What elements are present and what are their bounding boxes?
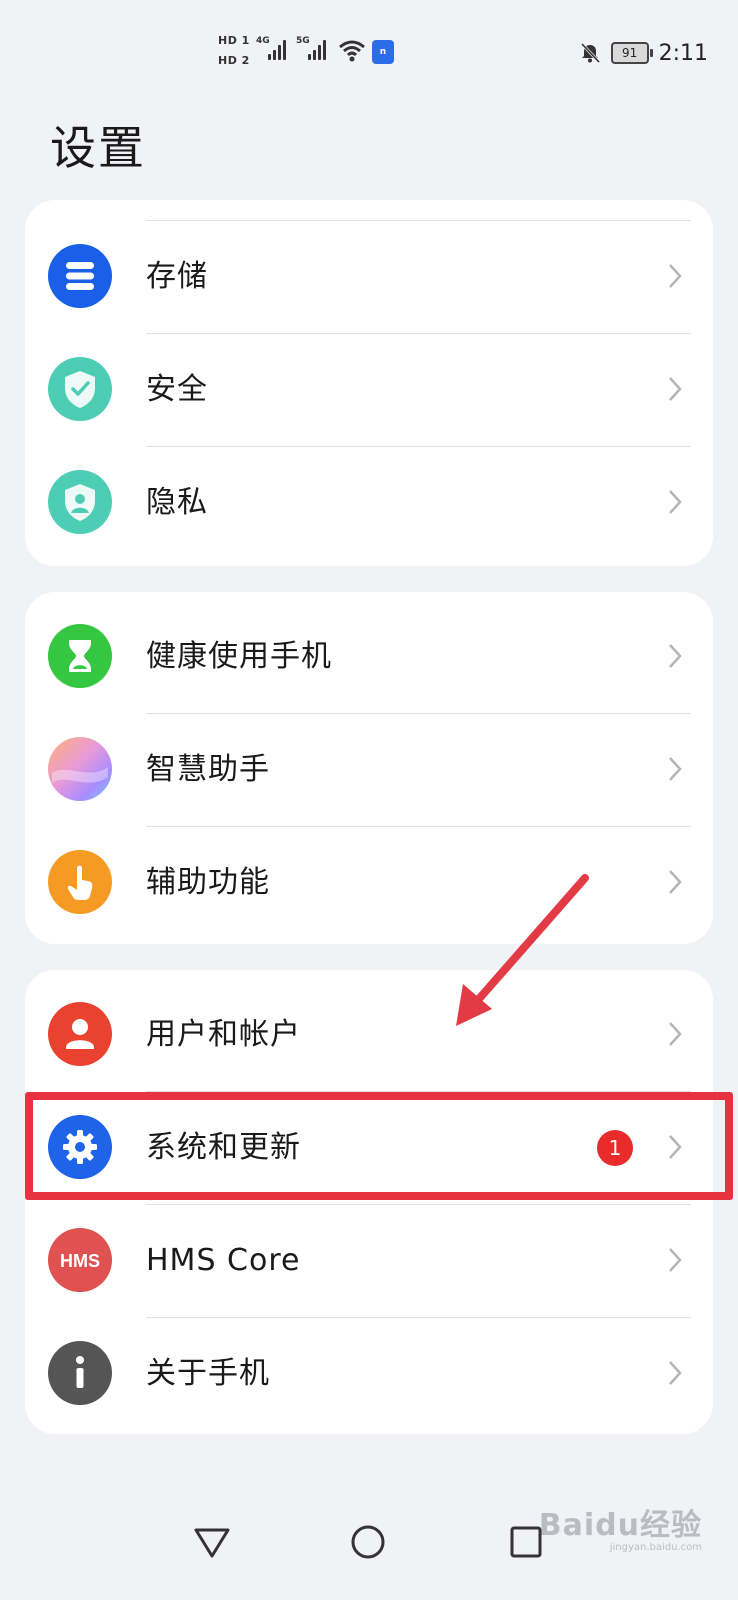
- settings-item-smart-assistant[interactable]: 智慧助手: [25, 713, 713, 826]
- wifi-icon: [339, 40, 365, 62]
- settings-item-label: 智慧助手: [146, 752, 270, 787]
- watermark: Baidu经验 jingyan.baidu.com: [539, 1500, 702, 1553]
- hourglass-icon: [48, 624, 112, 688]
- settings-item-label: 存储: [146, 259, 208, 294]
- chevron-right-icon: [669, 264, 682, 288]
- privacy-shield-icon: [48, 470, 112, 534]
- chevron-right-icon: [669, 490, 682, 514]
- settings-item-system-update[interactable]: 系统和更新 1: [25, 1091, 713, 1204]
- row-divider: [146, 446, 691, 447]
- info-icon: [48, 1341, 112, 1405]
- gear-icon: [48, 1115, 112, 1179]
- settings-item-label: 健康使用手机: [146, 639, 332, 674]
- accessibility-hand-icon: [48, 850, 112, 914]
- chevron-right-icon: [669, 644, 682, 668]
- settings-group-3: 用户和帐户 系统和更新 1 HMS HMS Core 关于手机: [25, 970, 713, 1434]
- update-count-badge: 1: [597, 1130, 633, 1166]
- sim1-label: HD 1: [218, 34, 250, 47]
- chevron-right-icon: [669, 1361, 682, 1385]
- chevron-right-icon: [669, 1135, 682, 1159]
- settings-item-storage[interactable]: 存储: [25, 220, 713, 333]
- settings-item-label: 辅助功能: [146, 865, 270, 900]
- row-divider: [146, 826, 691, 827]
- chevron-right-icon: [669, 870, 682, 894]
- settings-item-label: HMS Core: [146, 1243, 301, 1278]
- home-circle-icon[interactable]: [344, 1518, 392, 1566]
- hms-icon-text: HMS: [60, 1251, 100, 1271]
- row-divider: [146, 333, 691, 334]
- settings-item-about-phone[interactable]: 关于手机: [25, 1317, 713, 1430]
- row-divider: [146, 713, 691, 714]
- settings-item-accessibility[interactable]: 辅助功能: [25, 826, 713, 939]
- settings-item-label: 关于手机: [146, 1356, 270, 1391]
- security-shield-icon: [48, 357, 112, 421]
- assistant-orb-icon: [48, 737, 112, 801]
- bell-muted-icon: [580, 42, 600, 64]
- settings-item-label: 隐私: [146, 485, 208, 520]
- battery-indicator: 91: [610, 42, 653, 64]
- status-time: 2:11: [658, 40, 708, 66]
- back-triangle-icon[interactable]: [188, 1518, 236, 1566]
- watermark-main: Baidu经验: [538, 1508, 702, 1543]
- settings-item-digital-balance[interactable]: 健康使用手机: [25, 600, 713, 713]
- settings-item-users-accounts[interactable]: 用户和帐户: [25, 978, 713, 1091]
- settings-item-label: 系统和更新: [146, 1130, 301, 1165]
- settings-group-2: 健康使用手机 智慧助手 辅助功能: [25, 592, 713, 944]
- row-divider: [146, 1204, 691, 1205]
- hms-core-icon: HMS: [48, 1228, 112, 1292]
- settings-item-label: 安全: [146, 372, 208, 407]
- settings-item-privacy[interactable]: 隐私: [25, 446, 713, 559]
- row-divider: [146, 1317, 691, 1318]
- settings-group-1: 存储 安全 隐私: [25, 200, 713, 566]
- storage-icon: [48, 244, 112, 308]
- settings-item-label: 用户和帐户: [146, 1017, 301, 1052]
- sim-indicators: HD 1 HD 2: [218, 34, 252, 74]
- settings-item-security[interactable]: 安全: [25, 333, 713, 446]
- row-divider: [146, 1091, 691, 1092]
- chevron-right-icon: [669, 1248, 682, 1272]
- chevron-right-icon: [669, 1022, 682, 1046]
- hotspot-icon: n: [372, 40, 394, 64]
- page-title: 设置: [50, 121, 146, 175]
- user-icon: [48, 1002, 112, 1066]
- sim2-label: HD 2: [218, 54, 250, 67]
- chevron-right-icon: [669, 377, 682, 401]
- settings-item-hms-core[interactable]: HMS HMS Core: [25, 1204, 713, 1317]
- row-divider: [146, 220, 691, 221]
- status-bar: HD 1 HD 2 4G 5G n 91 2:11: [0, 0, 738, 80]
- chevron-right-icon: [669, 757, 682, 781]
